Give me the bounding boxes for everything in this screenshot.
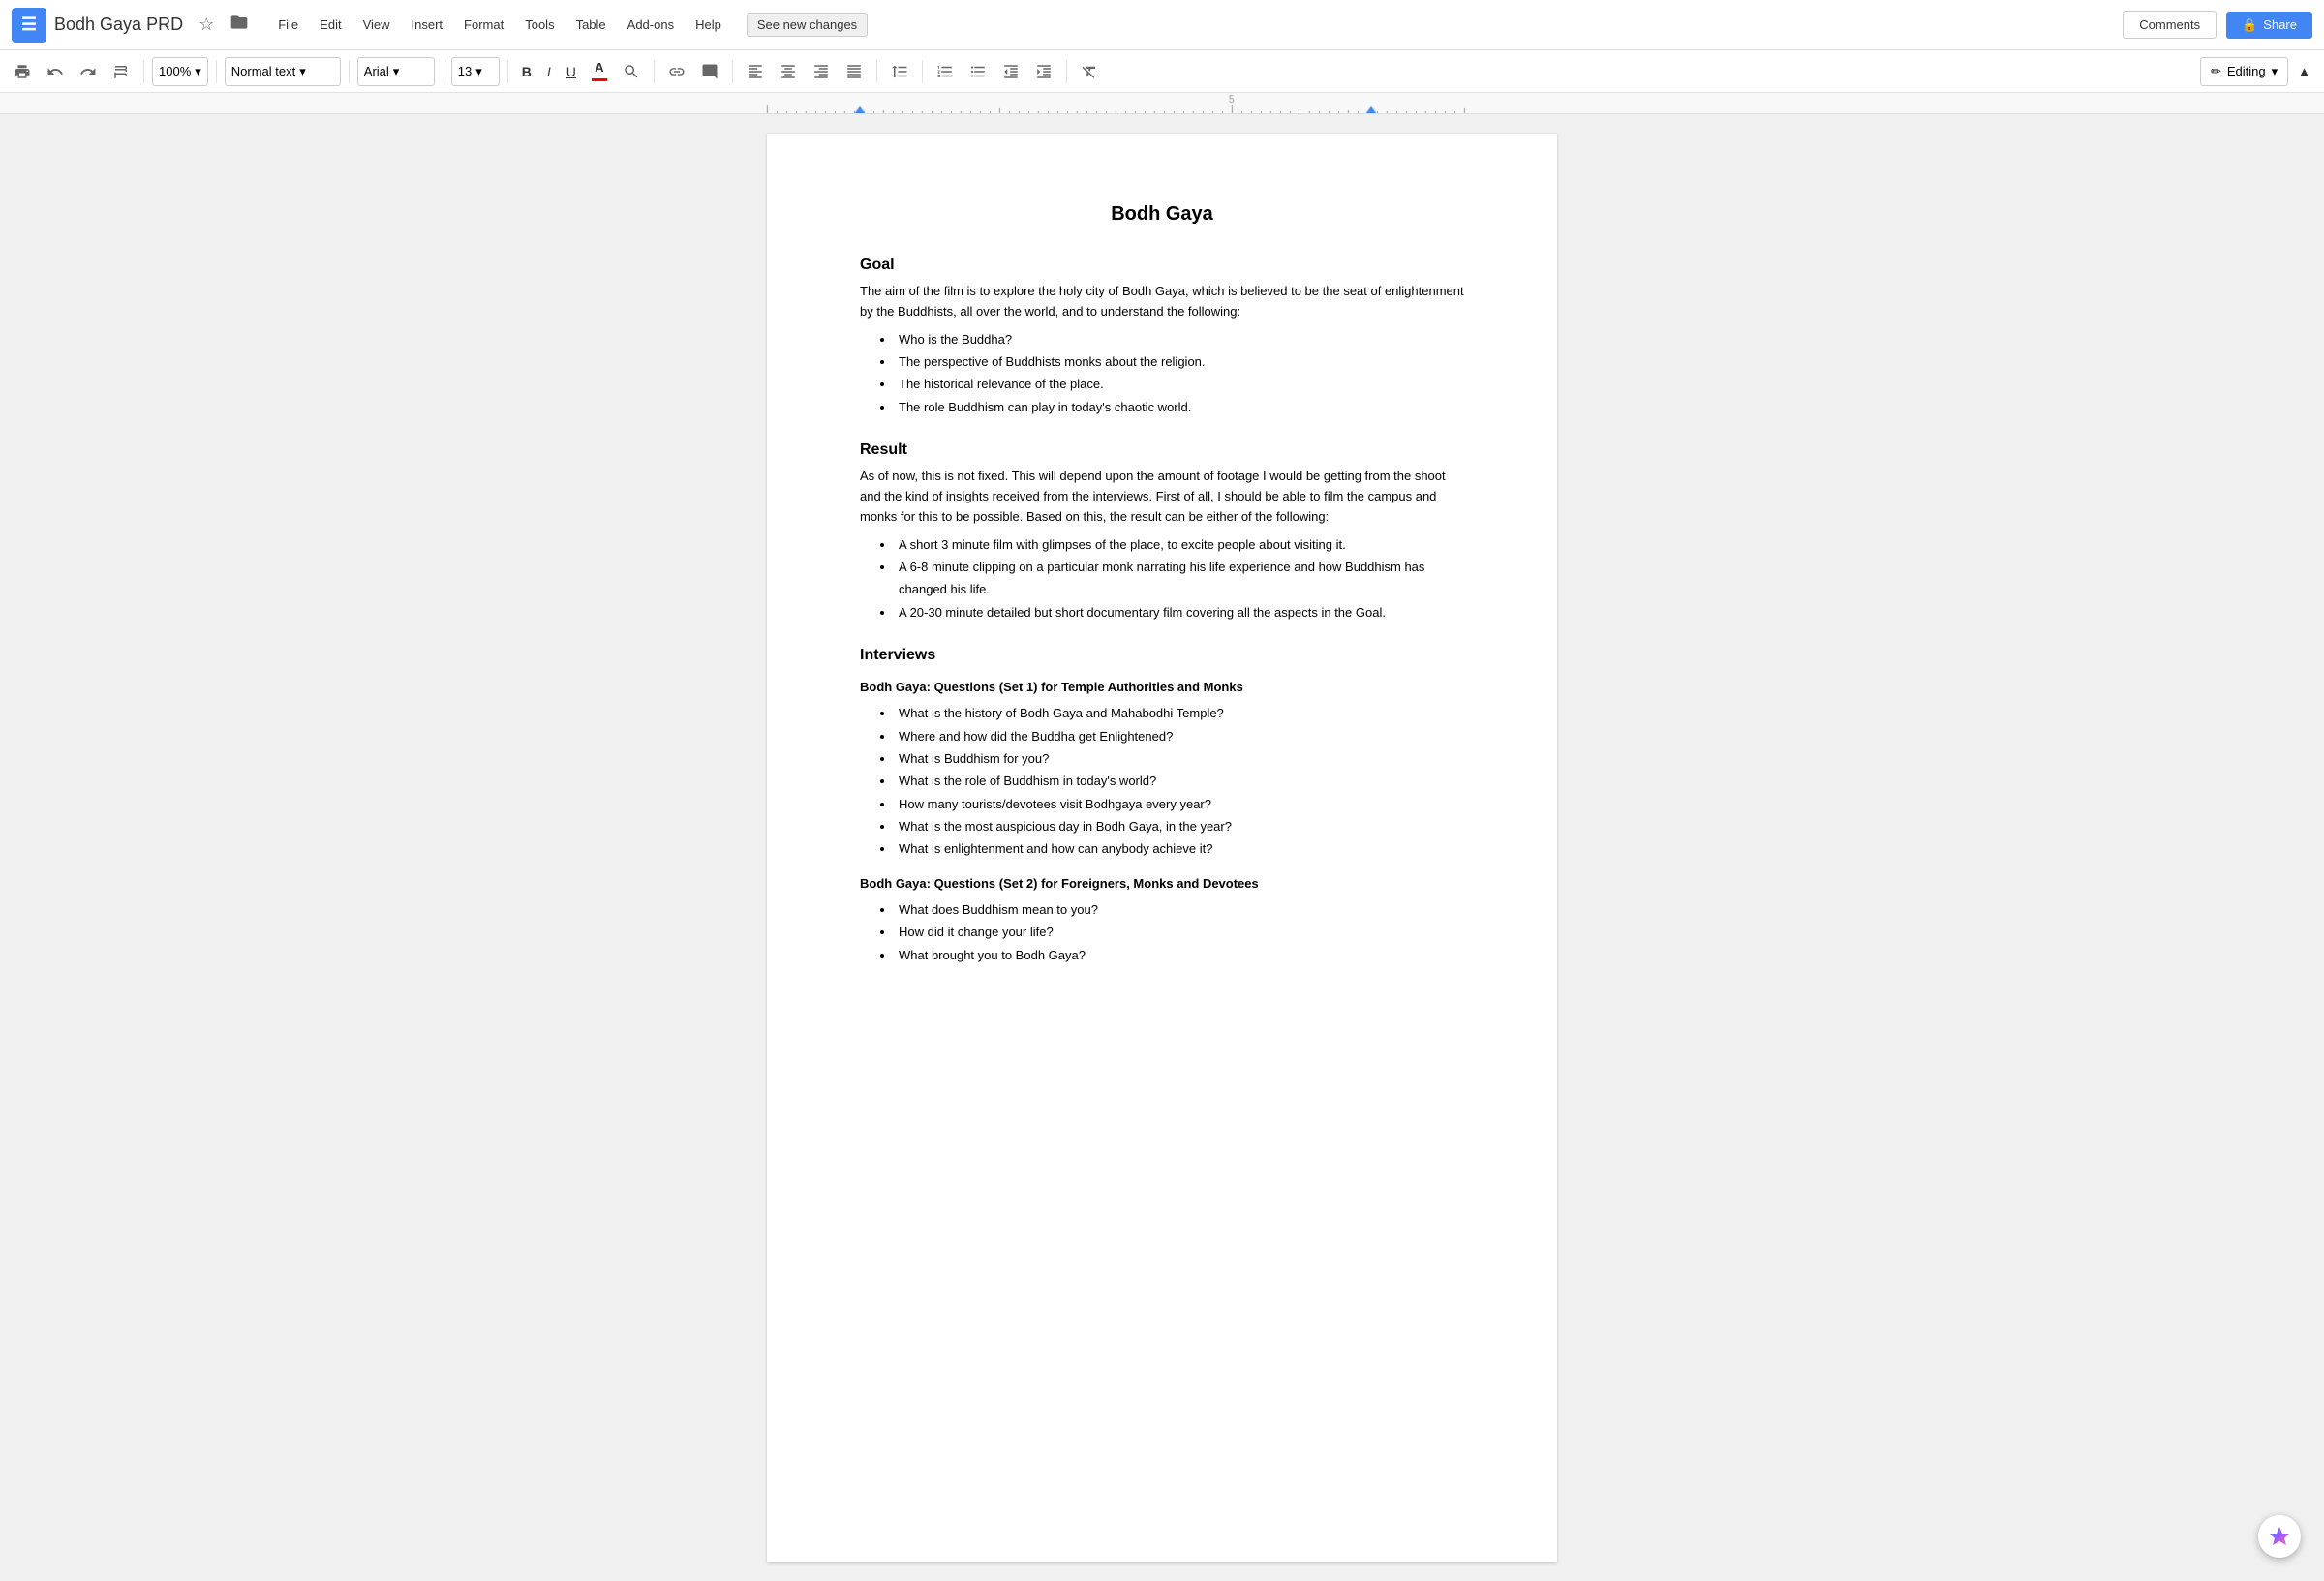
list-item: What brought you to Bodh Gaya? (895, 944, 1464, 966)
list-item: What is the most auspicious day in Bodh … (895, 815, 1464, 837)
list-item: A 20-30 minute detailed but short docume… (895, 601, 1464, 623)
text-style-selector[interactable]: Normal text ▾ (225, 57, 341, 86)
share-button[interactable]: 🔒 Share (2226, 12, 2312, 39)
list-item: What is enlightenment and how can anybod… (895, 837, 1464, 860)
list-item: A 6-8 minute clipping on a particular mo… (895, 556, 1464, 601)
set2-subheading: Bodh Gaya: Questions (Set 2) for Foreign… (860, 876, 1464, 891)
interviews-heading: Interviews (860, 647, 1464, 664)
separator-9 (922, 60, 923, 83)
separator-8 (876, 60, 877, 83)
editing-mode-selector[interactable]: ✏ Editing ▾ (2200, 57, 2288, 86)
document-title[interactable]: Bodh Gaya PRD (54, 15, 183, 35)
list-item: A short 3 minute film with glimpses of t… (895, 533, 1464, 556)
bold-button[interactable]: B (516, 56, 537, 87)
set2-bullet-list: What does Buddhism mean to you? How did … (895, 898, 1464, 966)
goal-heading: Goal (860, 257, 1464, 274)
folder-icon[interactable] (226, 9, 253, 41)
ruler (0, 93, 2324, 114)
comments-button[interactable]: Comments (2123, 11, 2217, 39)
numbered-list-button[interactable] (931, 56, 960, 87)
list-item: How did it change your life? (895, 921, 1464, 943)
app-menu-button[interactable]: ☰ (12, 8, 46, 43)
menu-table[interactable]: Table (566, 14, 616, 36)
star-icon[interactable]: ☆ (195, 11, 218, 39)
separator-3 (349, 60, 350, 83)
set1-subheading: Bodh Gaya: Questions (Set 1) for Temple … (860, 680, 1464, 694)
font-size-selector[interactable]: 13 ▾ (451, 57, 500, 86)
font-size-chevron-icon: ▾ (475, 64, 482, 79)
list-item: What is Buddhism for you? (895, 747, 1464, 770)
result-body: As of now, this is not fixed. This will … (860, 467, 1464, 527)
indent-less-button[interactable] (996, 56, 1025, 87)
menu-view[interactable]: View (353, 14, 400, 36)
zoom-chevron-icon: ▾ (195, 64, 201, 79)
print-button[interactable] (8, 56, 37, 87)
align-center-button[interactable] (774, 56, 803, 87)
separator-7 (732, 60, 733, 83)
paint-format-button[interactable] (107, 56, 136, 87)
text-style-chevron-icon: ▾ (299, 64, 306, 79)
list-item: The perspective of Buddhists monks about… (895, 350, 1464, 373)
lock-icon: 🔒 (2242, 17, 2257, 33)
goal-body: The aim of the film is to explore the ho… (860, 282, 1464, 322)
result-heading: Result (860, 441, 1464, 459)
list-item: How many tourists/devotees visit Bodhgay… (895, 793, 1464, 815)
undo-button[interactable] (41, 56, 70, 87)
text-color-button[interactable]: A (586, 56, 613, 87)
list-item: Who is the Buddha? (895, 328, 1464, 350)
italic-button[interactable]: I (541, 56, 557, 87)
separator-2 (216, 60, 217, 83)
link-button[interactable] (662, 56, 691, 87)
align-left-button[interactable] (741, 56, 770, 87)
menu-edit[interactable]: Edit (310, 14, 351, 36)
right-controls: Comments 🔒 Share (2123, 11, 2312, 39)
separator-5 (507, 60, 508, 83)
indent-more-button[interactable] (1029, 56, 1058, 87)
menu-tools[interactable]: Tools (515, 14, 564, 36)
collapse-toolbar-button[interactable]: ▲ (2292, 56, 2316, 87)
menu-insert[interactable]: Insert (402, 14, 453, 36)
separator-1 (143, 60, 144, 83)
toolbar: 100% ▾ Normal text ▾ Arial ▾ 13 ▾ B I U … (0, 50, 2324, 93)
clear-formatting-button[interactable] (1075, 56, 1104, 87)
highlight-color-button[interactable] (617, 56, 646, 87)
pencil-icon: ✏ (2211, 64, 2221, 79)
list-item: What is the history of Bodh Gaya and Mah… (895, 702, 1464, 724)
font-selector[interactable]: Arial ▾ (357, 57, 435, 86)
align-right-button[interactable] (807, 56, 836, 87)
editing-chevron-icon: ▾ (2272, 64, 2278, 79)
font-chevron-icon: ▾ (393, 64, 400, 79)
line-spacing-button[interactable] (885, 56, 914, 87)
align-justify-button[interactable] (840, 56, 869, 87)
separator-6 (654, 60, 655, 83)
gemini-button[interactable] (2258, 1515, 2301, 1558)
menu-addons[interactable]: Add-ons (618, 14, 684, 36)
underline-button[interactable]: U (561, 56, 582, 87)
document-page: Bodh Gaya Goal The aim of the film is to… (767, 134, 1557, 1562)
menu-help[interactable]: Help (686, 14, 731, 36)
set1-bullet-list: What is the history of Bodh Gaya and Mah… (895, 702, 1464, 861)
comment-button[interactable] (695, 56, 724, 87)
goal-bullet-list: Who is the Buddha? The perspective of Bu… (895, 328, 1464, 419)
zoom-selector[interactable]: 100% ▾ (152, 57, 208, 86)
redo-button[interactable] (74, 56, 103, 87)
list-item: What is the role of Buddhism in today's … (895, 770, 1464, 792)
menu-file[interactable]: File (268, 14, 308, 36)
separator-10 (1066, 60, 1067, 83)
document-heading: Bodh Gaya (860, 203, 1464, 226)
menu-format[interactable]: Format (454, 14, 513, 36)
main-area[interactable]: Bodh Gaya Goal The aim of the film is to… (0, 114, 2324, 1581)
bullet-list-button[interactable] (963, 56, 993, 87)
list-item: The role Buddhism can play in today's ch… (895, 396, 1464, 418)
menu-bar: File Edit View Insert Format Tools Table… (268, 14, 731, 36)
hamburger-icon: ☰ (21, 15, 37, 35)
list-item: Where and how did the Buddha get Enlight… (895, 725, 1464, 747)
result-bullet-list: A short 3 minute film with glimpses of t… (895, 533, 1464, 624)
list-item: The historical relevance of the place. (895, 373, 1464, 395)
see-new-changes-button[interactable]: See new changes (747, 13, 868, 37)
list-item: What does Buddhism mean to you? (895, 898, 1464, 921)
